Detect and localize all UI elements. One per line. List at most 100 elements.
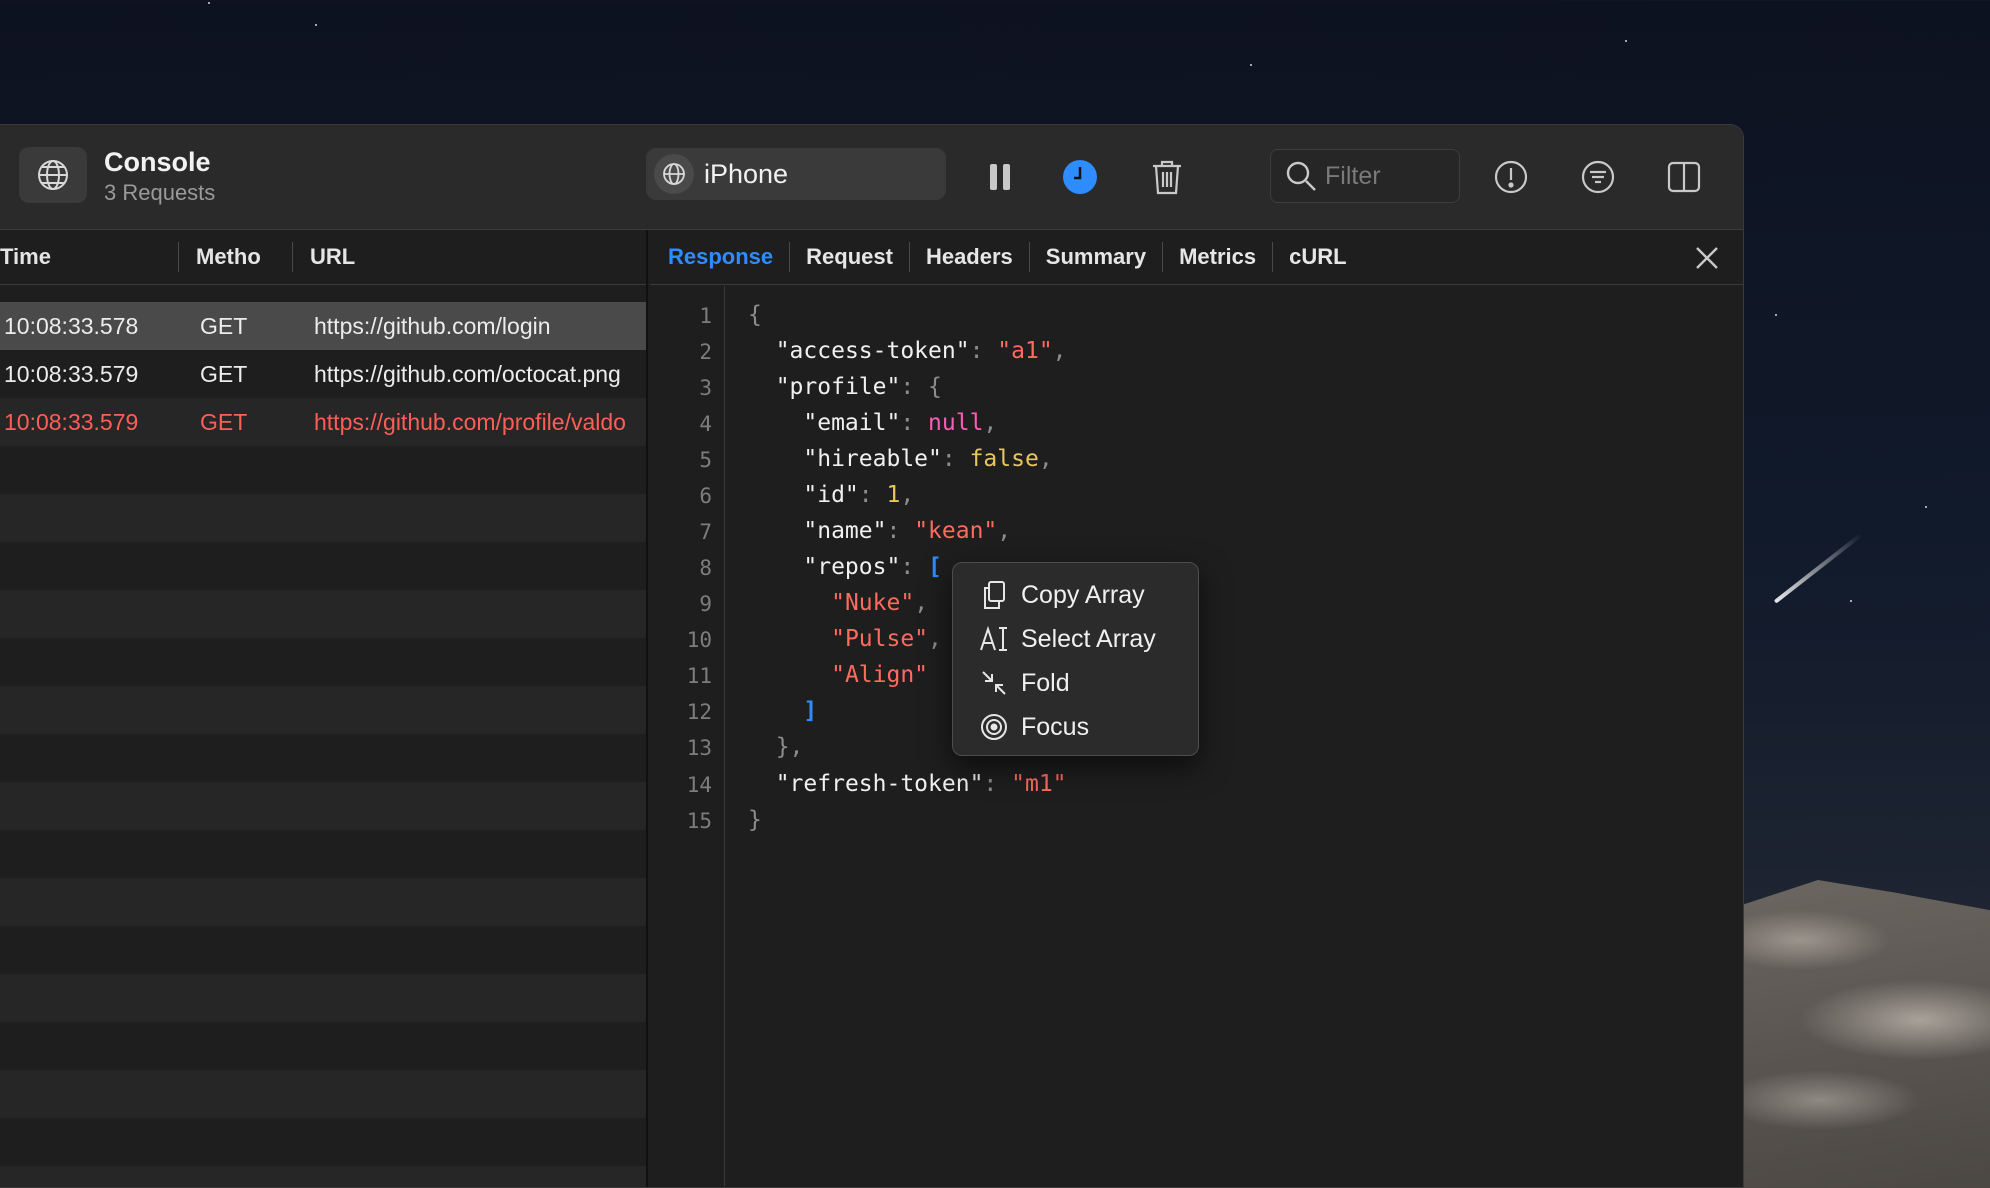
toggle-sidebar-button[interactable] xyxy=(1662,155,1706,199)
line-number: 6 xyxy=(699,484,712,508)
table-row[interactable]: 10:08:33.579 GET https://github.com/prof… xyxy=(0,398,646,446)
line-number: 15 xyxy=(686,809,712,833)
menu-item-label: Fold xyxy=(1021,668,1070,697)
code-line: "profile": { xyxy=(775,374,942,400)
row-url: https://github.com/octocat.png xyxy=(314,361,621,387)
line-number: 11 xyxy=(686,664,712,688)
comet xyxy=(1773,532,1863,604)
column-divider xyxy=(292,242,293,272)
row-url: https://github.com/profile/valdo xyxy=(314,409,626,435)
filter-options-button[interactable] xyxy=(1576,155,1620,199)
star xyxy=(1625,40,1627,42)
menu-item-copy-array[interactable]: Copy Array xyxy=(979,578,1145,612)
empty-row xyxy=(0,686,646,734)
tab-metrics[interactable]: Metrics xyxy=(1163,242,1274,272)
list-header: Time Metho URL xyxy=(0,230,646,285)
code-line: "access-token": "a1", xyxy=(775,338,1067,364)
toolbar: Console 3 Requests iPhone xyxy=(0,125,1743,230)
fold-arrows-icon xyxy=(979,668,1009,698)
clock-button[interactable] xyxy=(1058,155,1102,199)
empty-row xyxy=(0,1022,646,1070)
target-icon xyxy=(979,712,1009,742)
code-line: ] xyxy=(803,698,818,724)
line-number: 1 xyxy=(699,304,712,328)
globe-icon[interactable] xyxy=(19,147,87,203)
code-line: "refresh-token": "m1" xyxy=(775,771,1067,797)
column-url[interactable]: URL xyxy=(310,244,355,270)
line-number: 14 xyxy=(686,773,712,797)
empty-row xyxy=(0,878,646,926)
tab-curl[interactable]: cURL xyxy=(1273,242,1362,272)
empty-row xyxy=(0,926,646,974)
row-method: GET xyxy=(200,361,248,387)
menu-item-select-array[interactable]: Select Array xyxy=(979,622,1156,656)
tab-headers[interactable]: Headers xyxy=(910,242,1030,272)
table-row[interactable]: 10:08:33.578 GET https://github.com/logi… xyxy=(0,302,646,350)
code-line: "name": "kean", xyxy=(803,518,1012,544)
filter-input[interactable] xyxy=(1325,161,1445,191)
menu-item-fold[interactable]: Fold xyxy=(979,666,1070,700)
menu-item-focus[interactable]: Focus xyxy=(979,710,1089,744)
empty-row xyxy=(0,638,646,686)
column-time[interactable]: Time xyxy=(0,244,51,270)
empty-row xyxy=(0,734,646,782)
line-number: 2 xyxy=(699,340,712,364)
star xyxy=(1850,600,1852,602)
empty-row xyxy=(0,782,646,830)
empty-row xyxy=(0,830,646,878)
line-number: 12 xyxy=(686,700,712,724)
star xyxy=(1250,64,1252,66)
request-count: 3 Requests xyxy=(104,180,216,205)
code-line: "email": null, xyxy=(803,410,998,436)
line-number: 8 xyxy=(699,556,712,580)
code-line: "id": 1, xyxy=(803,482,915,508)
line-number: 5 xyxy=(699,448,712,472)
app-title: Console xyxy=(104,147,211,177)
globe-icon xyxy=(654,154,694,194)
column-divider xyxy=(178,242,179,272)
star xyxy=(1925,506,1927,508)
empty-row xyxy=(0,1166,646,1187)
row-method: GET xyxy=(200,409,248,435)
code-line: "repos": [ xyxy=(803,554,942,580)
line-number: 9 xyxy=(699,592,712,616)
row-method: GET xyxy=(200,313,248,339)
filter-field[interactable] xyxy=(1270,149,1460,203)
code-line: }, xyxy=(775,734,804,760)
empty-row xyxy=(0,446,646,494)
row-time: 10:08:33.579 xyxy=(4,361,139,387)
device-label: iPhone xyxy=(704,158,789,189)
empty-row xyxy=(0,590,646,638)
line-number: 10 xyxy=(686,628,712,652)
code-line: "Pulse", xyxy=(831,626,942,652)
pause-button[interactable] xyxy=(978,155,1022,199)
line-number: 13 xyxy=(686,736,712,760)
line-number: 4 xyxy=(699,412,712,436)
line-number-gutter: 1 2 3 4 5 6 7 8 9 10 11 12 13 14 15 xyxy=(650,286,725,1186)
line-number: 3 xyxy=(699,376,712,400)
warning-filter-button[interactable] xyxy=(1489,155,1533,199)
star xyxy=(315,24,317,26)
rows: 10:08:33.578 GET https://github.com/logi… xyxy=(0,302,646,1187)
column-method[interactable]: Metho xyxy=(196,244,261,270)
request-list: Time Metho URL 10:08:33.578 GET https://… xyxy=(0,230,648,1187)
empty-row xyxy=(0,1070,646,1118)
code-line: "hireable": false, xyxy=(803,446,1053,472)
row-time: 10:08:33.579 xyxy=(4,409,139,435)
empty-row xyxy=(0,542,646,590)
menu-item-label: Copy Array xyxy=(1021,580,1145,609)
tab-request[interactable]: Request xyxy=(790,242,910,272)
empty-row xyxy=(0,1118,646,1166)
device-picker[interactable]: iPhone xyxy=(646,148,946,200)
context-menu: Copy Array Select Array Fold Focus xyxy=(952,562,1199,756)
star xyxy=(208,2,210,4)
tab-summary[interactable]: Summary xyxy=(1030,242,1164,272)
table-row[interactable]: 10:08:33.579 GET https://github.com/octo… xyxy=(0,350,646,398)
code-line: "Align" xyxy=(831,662,929,688)
close-icon[interactable] xyxy=(1692,243,1722,273)
desert-rocks xyxy=(1740,880,1990,1188)
search-icon xyxy=(1286,161,1316,191)
tab-response[interactable]: Response xyxy=(668,242,791,272)
detail-tabs: Response Request Headers Summary Metrics… xyxy=(650,230,1743,285)
trash-button[interactable] xyxy=(1145,155,1189,199)
